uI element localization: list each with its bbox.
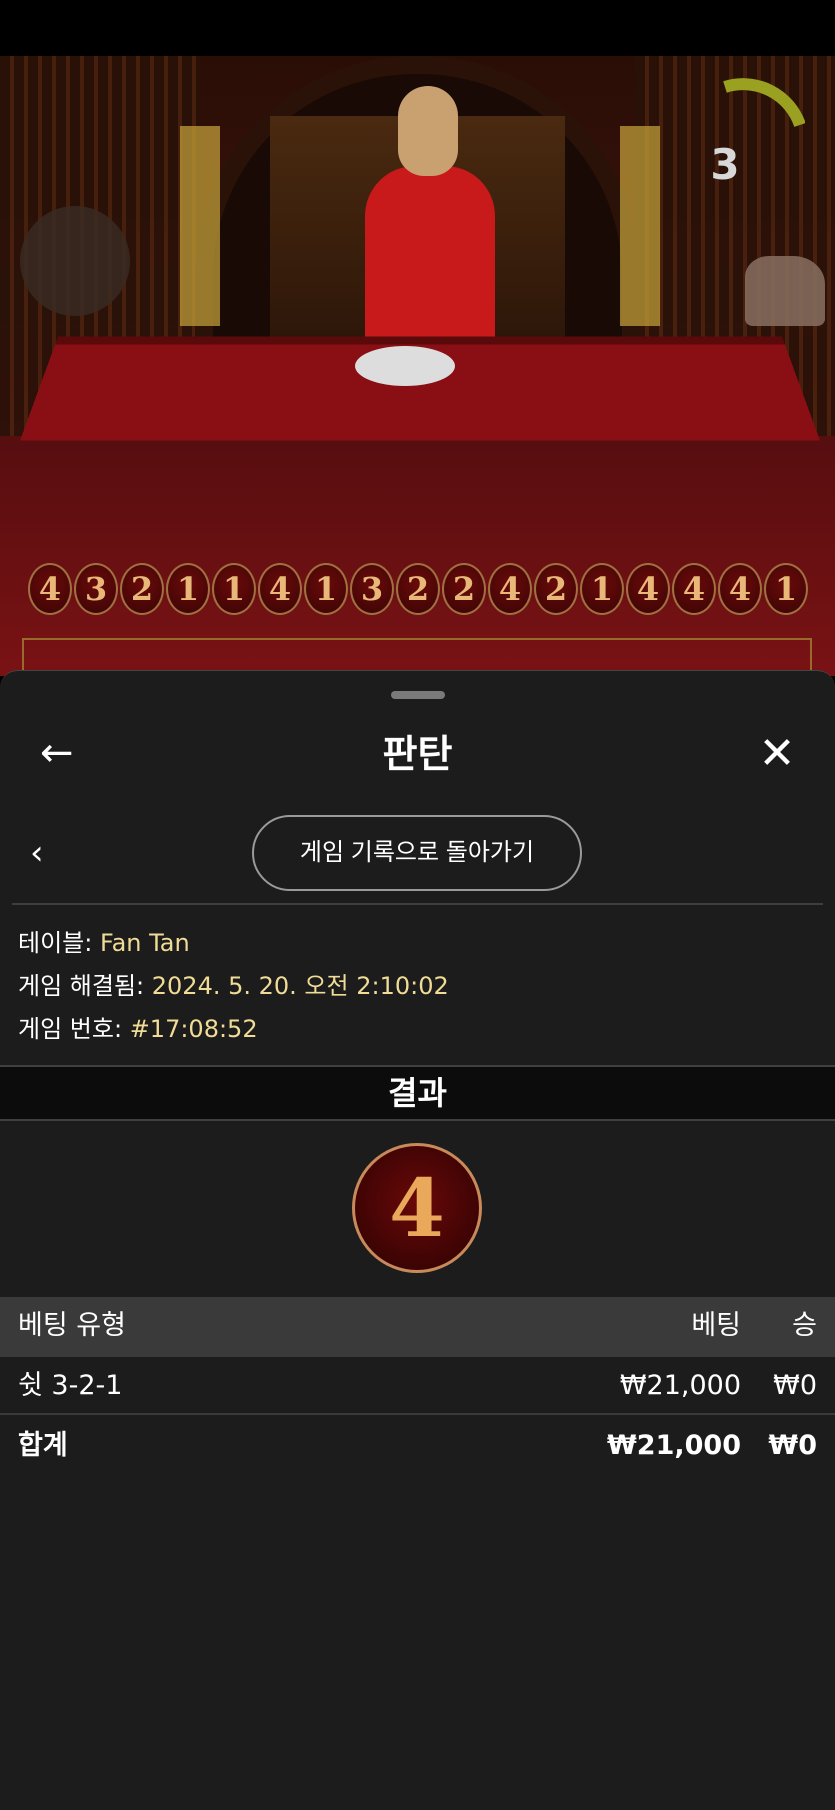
scene-light-right — [620, 126, 660, 326]
info-resolved: 게임 해결됨: 2024. 5. 20. 오전 2:10:02 — [18, 966, 449, 1001]
game-history-sheet: ← 판탄 ✕ ‹ 게임 기록으로 돌아가기 테이블: Fan Tan 게임 해결… — [0, 670, 835, 1810]
info-table-value: Fan Tan — [99, 929, 190, 957]
total-win: ₩0 — [768, 1430, 817, 1461]
total-label: 합계 — [18, 1430, 68, 1461]
road-bead: 1 — [212, 563, 256, 615]
info-table: 테이블: Fan Tan — [18, 923, 190, 958]
result-header: 결과 — [0, 1065, 835, 1121]
header-bet-type: 베팅 유형 — [18, 1310, 126, 1341]
countdown-number: 3 — [710, 140, 740, 189]
bead-pile — [355, 346, 455, 386]
sheet-drag-handle[interactable] — [391, 691, 445, 699]
header-win: 승 — [792, 1310, 817, 1341]
info-game-number: 게임 번호: #17:08:52 — [18, 1009, 258, 1044]
sheet-title: 판탄 — [382, 732, 453, 776]
road-bead: 3 — [74, 563, 118, 615]
road-bead: 1 — [580, 563, 624, 615]
close-icon[interactable]: ✕ — [752, 729, 802, 779]
scene-light-left — [180, 126, 220, 326]
result-ball: 4 — [352, 1143, 482, 1273]
header-bet: 베팅 — [691, 1310, 741, 1341]
road-bead: 1 — [304, 563, 348, 615]
chevron-left-icon[interactable]: ‹ — [30, 831, 66, 875]
row-bet-type: 쉿 3-2-1 — [18, 1370, 123, 1401]
bets-table-header: 베팅 유형 베팅 승 — [0, 1297, 835, 1357]
status-bar — [0, 0, 835, 56]
dealer-head — [398, 86, 458, 176]
road-bead: 2 — [534, 563, 578, 615]
road-bead: 4 — [626, 563, 670, 615]
road-bead: 3 — [350, 563, 394, 615]
road-bead: 1 — [764, 563, 808, 615]
row-bet-amount: ₩21,000 — [619, 1370, 741, 1401]
info-table-label: 테이블: — [18, 929, 93, 957]
results-road: 43211413224214441 — [28, 563, 835, 619]
road-bead: 2 — [396, 563, 440, 615]
table-row: 쉿 3-2-1 ₩21,000 ₩0 — [0, 1357, 835, 1415]
info-number-value: #17:08:52 — [129, 1015, 258, 1043]
info-resolved-value: 2024. 5. 20. 오전 2:10:02 — [151, 972, 449, 1000]
total-bet: ₩21,000 — [607, 1430, 741, 1461]
road-bead: 2 — [120, 563, 164, 615]
road-bead: 1 — [166, 563, 210, 615]
total-row: 합계 ₩21,000 ₩0 — [0, 1417, 835, 1475]
scene-dragon-statue — [745, 256, 825, 326]
road-bead: 4 — [258, 563, 302, 615]
road-bead: 4 — [718, 563, 762, 615]
divider — [12, 903, 823, 905]
road-bead: 4 — [672, 563, 716, 615]
row-win-amount: ₩0 — [773, 1370, 817, 1401]
back-to-history-button[interactable]: 게임 기록으로 돌아가기 — [252, 815, 582, 891]
info-number-label: 게임 번호: — [18, 1015, 123, 1043]
info-resolved-label: 게임 해결됨: — [18, 972, 145, 1000]
scene-plant — [20, 206, 130, 316]
road-bead: 4 — [488, 563, 532, 615]
road-bead: 4 — [28, 563, 72, 615]
road-bead: 2 — [442, 563, 486, 615]
